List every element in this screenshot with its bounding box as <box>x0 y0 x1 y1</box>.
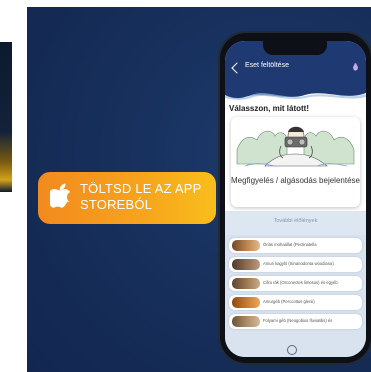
chevron-left-icon[interactable] <box>231 62 243 74</box>
download-app-store-button[interactable]: TÖLTSD LE AZ APP STOREBÓL <box>38 172 216 224</box>
home-indicator[interactable] <box>287 345 297 355</box>
adjacent-photo-edge <box>0 42 12 192</box>
species-thumbnail <box>232 297 260 308</box>
page-title: Eset feltöltése <box>245 62 289 69</box>
species-thumbnail <box>232 259 260 270</box>
phone-screen: Eset feltöltése Válasszon, mit látott! M… <box>225 41 366 357</box>
species-item[interactable]: Óriás moha­állat (Pectinatella <box>229 238 362 253</box>
phone-mockup: Eset feltöltése Válasszon, mit látott! M… <box>220 33 371 363</box>
species-item[interactable]: Cifra rák (Orconectes limosus) és egyéb <box>229 276 362 291</box>
bug-icon[interactable] <box>352 63 359 71</box>
species-label: Cifra rák (Orconectes limosus) és egyéb <box>263 280 338 285</box>
species-item[interactable]: Amuri kagyló (Sinanodonta woodiana) <box>229 257 362 272</box>
species-item[interactable]: Folyami géb (Neogobius fluviatilis) és <box>229 314 362 329</box>
species-thumbnail <box>232 278 260 289</box>
section-title: További élőlények <box>273 218 318 224</box>
species-label: Óriás moha­állat (Pectinatella <box>263 242 317 247</box>
selection-prompt: Válasszon, mit látott! <box>229 104 310 113</box>
species-thumbnail <box>232 316 260 327</box>
phone-notch <box>263 41 327 55</box>
header-wave-divider <box>225 87 366 100</box>
species-thumbnail <box>232 240 260 251</box>
observation-report-card[interactable]: Megfigyelés / algásodás bejelentése <box>231 117 360 207</box>
apple-icon <box>50 183 71 208</box>
observer-binoculars-illustration <box>236 126 355 167</box>
species-item[interactable]: Amurgéb (Perccottus glenii) <box>229 295 362 310</box>
observation-card-label: Megfigyelés / algásodás bejelentése <box>231 176 360 185</box>
species-label: Amuri kagyló (Sinanodonta woodiana) <box>263 261 334 266</box>
species-label: Folyami géb (Neogobius fluviatilis) és <box>263 318 333 323</box>
cta-label: TÖLTSD LE AZ APP STOREBÓL <box>80 181 202 212</box>
species-label: Amurgéb (Perccottus glenii) <box>263 299 315 304</box>
